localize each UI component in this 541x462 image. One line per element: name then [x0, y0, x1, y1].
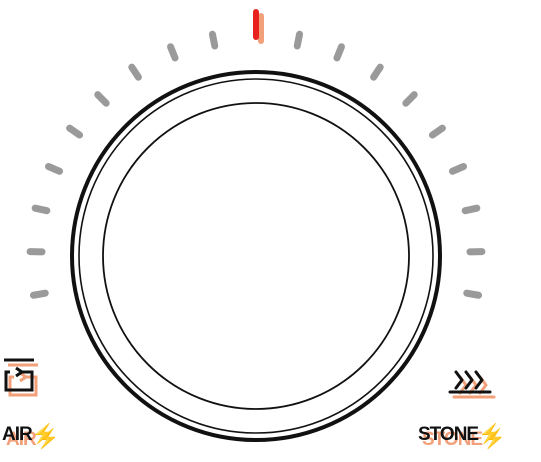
bolt-icon: ⚡	[32, 424, 55, 445]
air-mode-label-text: AIR⚡	[2, 424, 54, 445]
bolt-icon: ⚡	[478, 424, 501, 445]
dial-tick	[171, 47, 176, 58]
knob-face	[103, 103, 409, 409]
dial-tick	[35, 208, 47, 211]
dial-tick	[297, 34, 299, 46]
stone-mode-label-text: STONE⚡	[418, 424, 501, 445]
air-mode-label: AIR⚡ AIR⚡	[2, 425, 54, 444]
dial-tick	[98, 95, 106, 104]
dial-tick	[48, 166, 59, 171]
fan-circulation-icon	[4, 360, 38, 395]
dial-tick	[374, 67, 381, 77]
stone-heat-icon	[450, 372, 494, 397]
dial-graphic	[0, 0, 541, 457]
dial-tick	[432, 128, 442, 135]
dial-tick	[467, 293, 479, 295]
dial-tick	[212, 34, 214, 46]
dial-tick	[465, 208, 477, 211]
dial-tick	[33, 293, 45, 295]
stone-mode-label: STONE⚡ STONE⚡	[418, 425, 501, 444]
dial-tick	[452, 166, 463, 171]
oven-control-panel: AIR⚡ AIR⚡ STONE⚡ STONE⚡	[0, 0, 541, 457]
dial-tick	[132, 67, 139, 77]
temperature-knob[interactable]	[72, 72, 440, 440]
dial-tick	[406, 95, 414, 104]
dial-tick	[337, 47, 342, 58]
dial-tick	[70, 128, 80, 135]
